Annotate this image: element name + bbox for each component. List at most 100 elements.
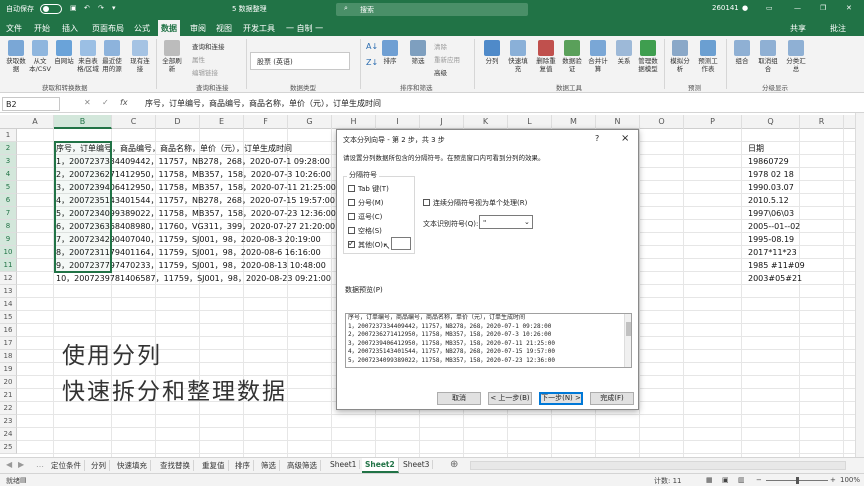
recent-sources-button[interactable]: 最近使用的源 [100, 40, 124, 73]
back-button[interactable]: < 上一步(B) [488, 392, 532, 405]
row-header[interactable]: 7 [0, 207, 17, 220]
dialog-close-button[interactable]: × [621, 133, 629, 144]
stocks-data-type[interactable]: 股票 (英语) [257, 57, 293, 67]
ungroup-button[interactable]: 取消组合 [756, 40, 780, 73]
next-button[interactable]: 下一步(N) > [539, 392, 583, 405]
other-checkbox[interactable] [348, 239, 355, 248]
row-header[interactable]: 6 [0, 194, 17, 207]
qualifier-select[interactable]: " ⌄ [479, 215, 533, 229]
tab-home[interactable]: 开始 [34, 23, 50, 34]
column-header-b[interactable]: B [54, 115, 112, 129]
row-header[interactable]: 15 [0, 311, 17, 324]
add-sheet-icon[interactable]: ⊕ [450, 459, 458, 470]
sort-asc-icon[interactable]: A↓ [366, 42, 378, 51]
row-header[interactable]: 17 [0, 337, 17, 350]
preview-scrollbar[interactable] [624, 314, 631, 367]
from-csv-button[interactable]: 从文本/CSV [28, 40, 52, 73]
tab-page-layout[interactable]: 页面布局 [92, 23, 124, 34]
row-header[interactable]: 8 [0, 220, 17, 233]
what-if-analysis-button[interactable]: 模拟分析 [668, 40, 692, 73]
sheet-tab[interactable]: 筛选 [258, 460, 280, 471]
row-header[interactable]: 1 [0, 129, 17, 142]
consolidate-button[interactable]: 合并计算 [586, 40, 610, 73]
enter-icon[interactable]: ✓ [102, 98, 109, 107]
forecast-sheet-button[interactable]: 预测工作表 [696, 40, 720, 73]
next-sheet-icon[interactable]: ▶ [18, 460, 24, 469]
row-header[interactable]: 5 [0, 181, 17, 194]
zoom-slider-thumb[interactable] [796, 477, 799, 484]
undo-icon[interactable]: ↶ [84, 4, 90, 12]
properties-button[interactable]: 属性 [192, 54, 205, 64]
function-icon[interactable]: fx [120, 98, 128, 107]
formula-content[interactable]: 序号，订单编号，商品编号，商品名称，单价（元），订单生成时间 [145, 98, 381, 109]
tab-insert[interactable]: 插入 [62, 23, 78, 34]
remove-duplicates-button[interactable]: 删除重复值 [534, 40, 558, 73]
sheet-tab[interactable]: 查找替换 [157, 460, 194, 471]
search-box[interactable]: ⌕ 搜索 [336, 3, 528, 16]
comma-checkbox[interactable] [348, 213, 355, 220]
from-table-button[interactable]: 来自表格/区域 [76, 40, 100, 73]
flash-fill-button[interactable]: 快速填充 [506, 40, 530, 73]
tab-data[interactable]: 数据 [158, 20, 180, 36]
tab-custom[interactable]: 一 自制 一 [286, 23, 323, 34]
cancel-button[interactable]: 取消 [437, 392, 481, 405]
cell-q10[interactable]: 2017*11*23 [748, 246, 797, 259]
sheet-tab[interactable]: 重复值 [199, 460, 229, 471]
page-break-icon[interactable]: ▥ [738, 476, 745, 484]
save-icon[interactable]: ▣ [70, 4, 77, 12]
sheet-tab-active[interactable]: Sheet2 [362, 458, 399, 473]
row-header[interactable]: 22 [0, 402, 17, 415]
column-header-a[interactable]: A [17, 115, 54, 129]
row-header[interactable]: 13 [0, 285, 17, 298]
row-header[interactable]: 16 [0, 324, 17, 337]
avatar-icon[interactable]: ● [742, 4, 748, 12]
column-header-k[interactable]: K [464, 115, 508, 129]
zoom-out-icon[interactable]: − [756, 476, 762, 484]
column-header-d[interactable]: D [156, 115, 200, 129]
column-header-l[interactable]: L [508, 115, 552, 129]
ribbon-display-icon[interactable]: ▭ [766, 4, 773, 12]
cell-q8[interactable]: 2005--01--02 [748, 220, 800, 233]
column-header-n[interactable]: N [596, 115, 640, 129]
cell-q7[interactable]: 1997\06\03 [748, 207, 794, 220]
other-delimiter-input[interactable] [391, 237, 411, 250]
cell-q4[interactable]: 1978 02 18 [748, 168, 794, 181]
column-header-o[interactable]: O [640, 115, 684, 129]
sheet-tab[interactable]: 高级筛选 [284, 460, 321, 471]
column-header-q[interactable]: Q [742, 115, 800, 129]
help-button[interactable]: ? [595, 134, 599, 143]
manage-data-model-button[interactable]: 管理数据模型 [636, 40, 660, 73]
share-button[interactable]: 共享 [790, 23, 806, 34]
subtotal-button[interactable]: 分类汇总 [784, 40, 808, 73]
from-web-button[interactable]: 自网站 [52, 40, 76, 65]
maximize-icon[interactable]: ❐ [820, 4, 826, 12]
zoom-in-icon[interactable]: + [830, 476, 836, 484]
finish-button[interactable]: 完成(F) [590, 392, 634, 405]
sheet-tab[interactable]: 排序 [232, 460, 254, 471]
space-checkbox[interactable] [348, 227, 355, 234]
data-validation-button[interactable]: 数据验证 [560, 40, 584, 73]
row-header[interactable]: 10 [0, 246, 17, 259]
name-box[interactable]: B2 [2, 97, 60, 111]
accessibility-icon[interactable]: ▤ [20, 476, 27, 484]
more-sheets-icon[interactable]: … [36, 460, 44, 469]
sheet-tab[interactable]: 分列 [88, 460, 110, 471]
row-header[interactable]: 12 [0, 272, 17, 285]
column-header-r[interactable]: R [800, 115, 844, 129]
column-header-f[interactable]: F [244, 115, 288, 129]
normal-view-icon[interactable]: ▦ [706, 476, 713, 484]
cancel-icon[interactable]: ✕ [84, 98, 91, 107]
horizontal-scrollbar[interactable] [470, 461, 846, 470]
refresh-all-button[interactable]: 全部刷新 [160, 40, 184, 73]
get-data-button[interactable]: 获取数据 [4, 40, 28, 73]
page-layout-icon[interactable]: ▣ [722, 476, 729, 484]
sort-button[interactable]: 排序 [378, 40, 402, 65]
sheet-tab[interactable]: Sheet1 [327, 460, 361, 469]
row-header[interactable]: 21 [0, 389, 17, 402]
minimize-icon[interactable]: — [794, 4, 801, 12]
consecutive-checkbox[interactable] [423, 199, 430, 206]
cell-q2[interactable]: 日期 [748, 142, 764, 155]
column-header-j[interactable]: J [420, 115, 464, 129]
cell-b12[interactable]: 10，200723978140658​7，11759，SJ001，98，2020… [56, 272, 331, 285]
edit-links-button[interactable]: 编辑链接 [192, 67, 218, 77]
